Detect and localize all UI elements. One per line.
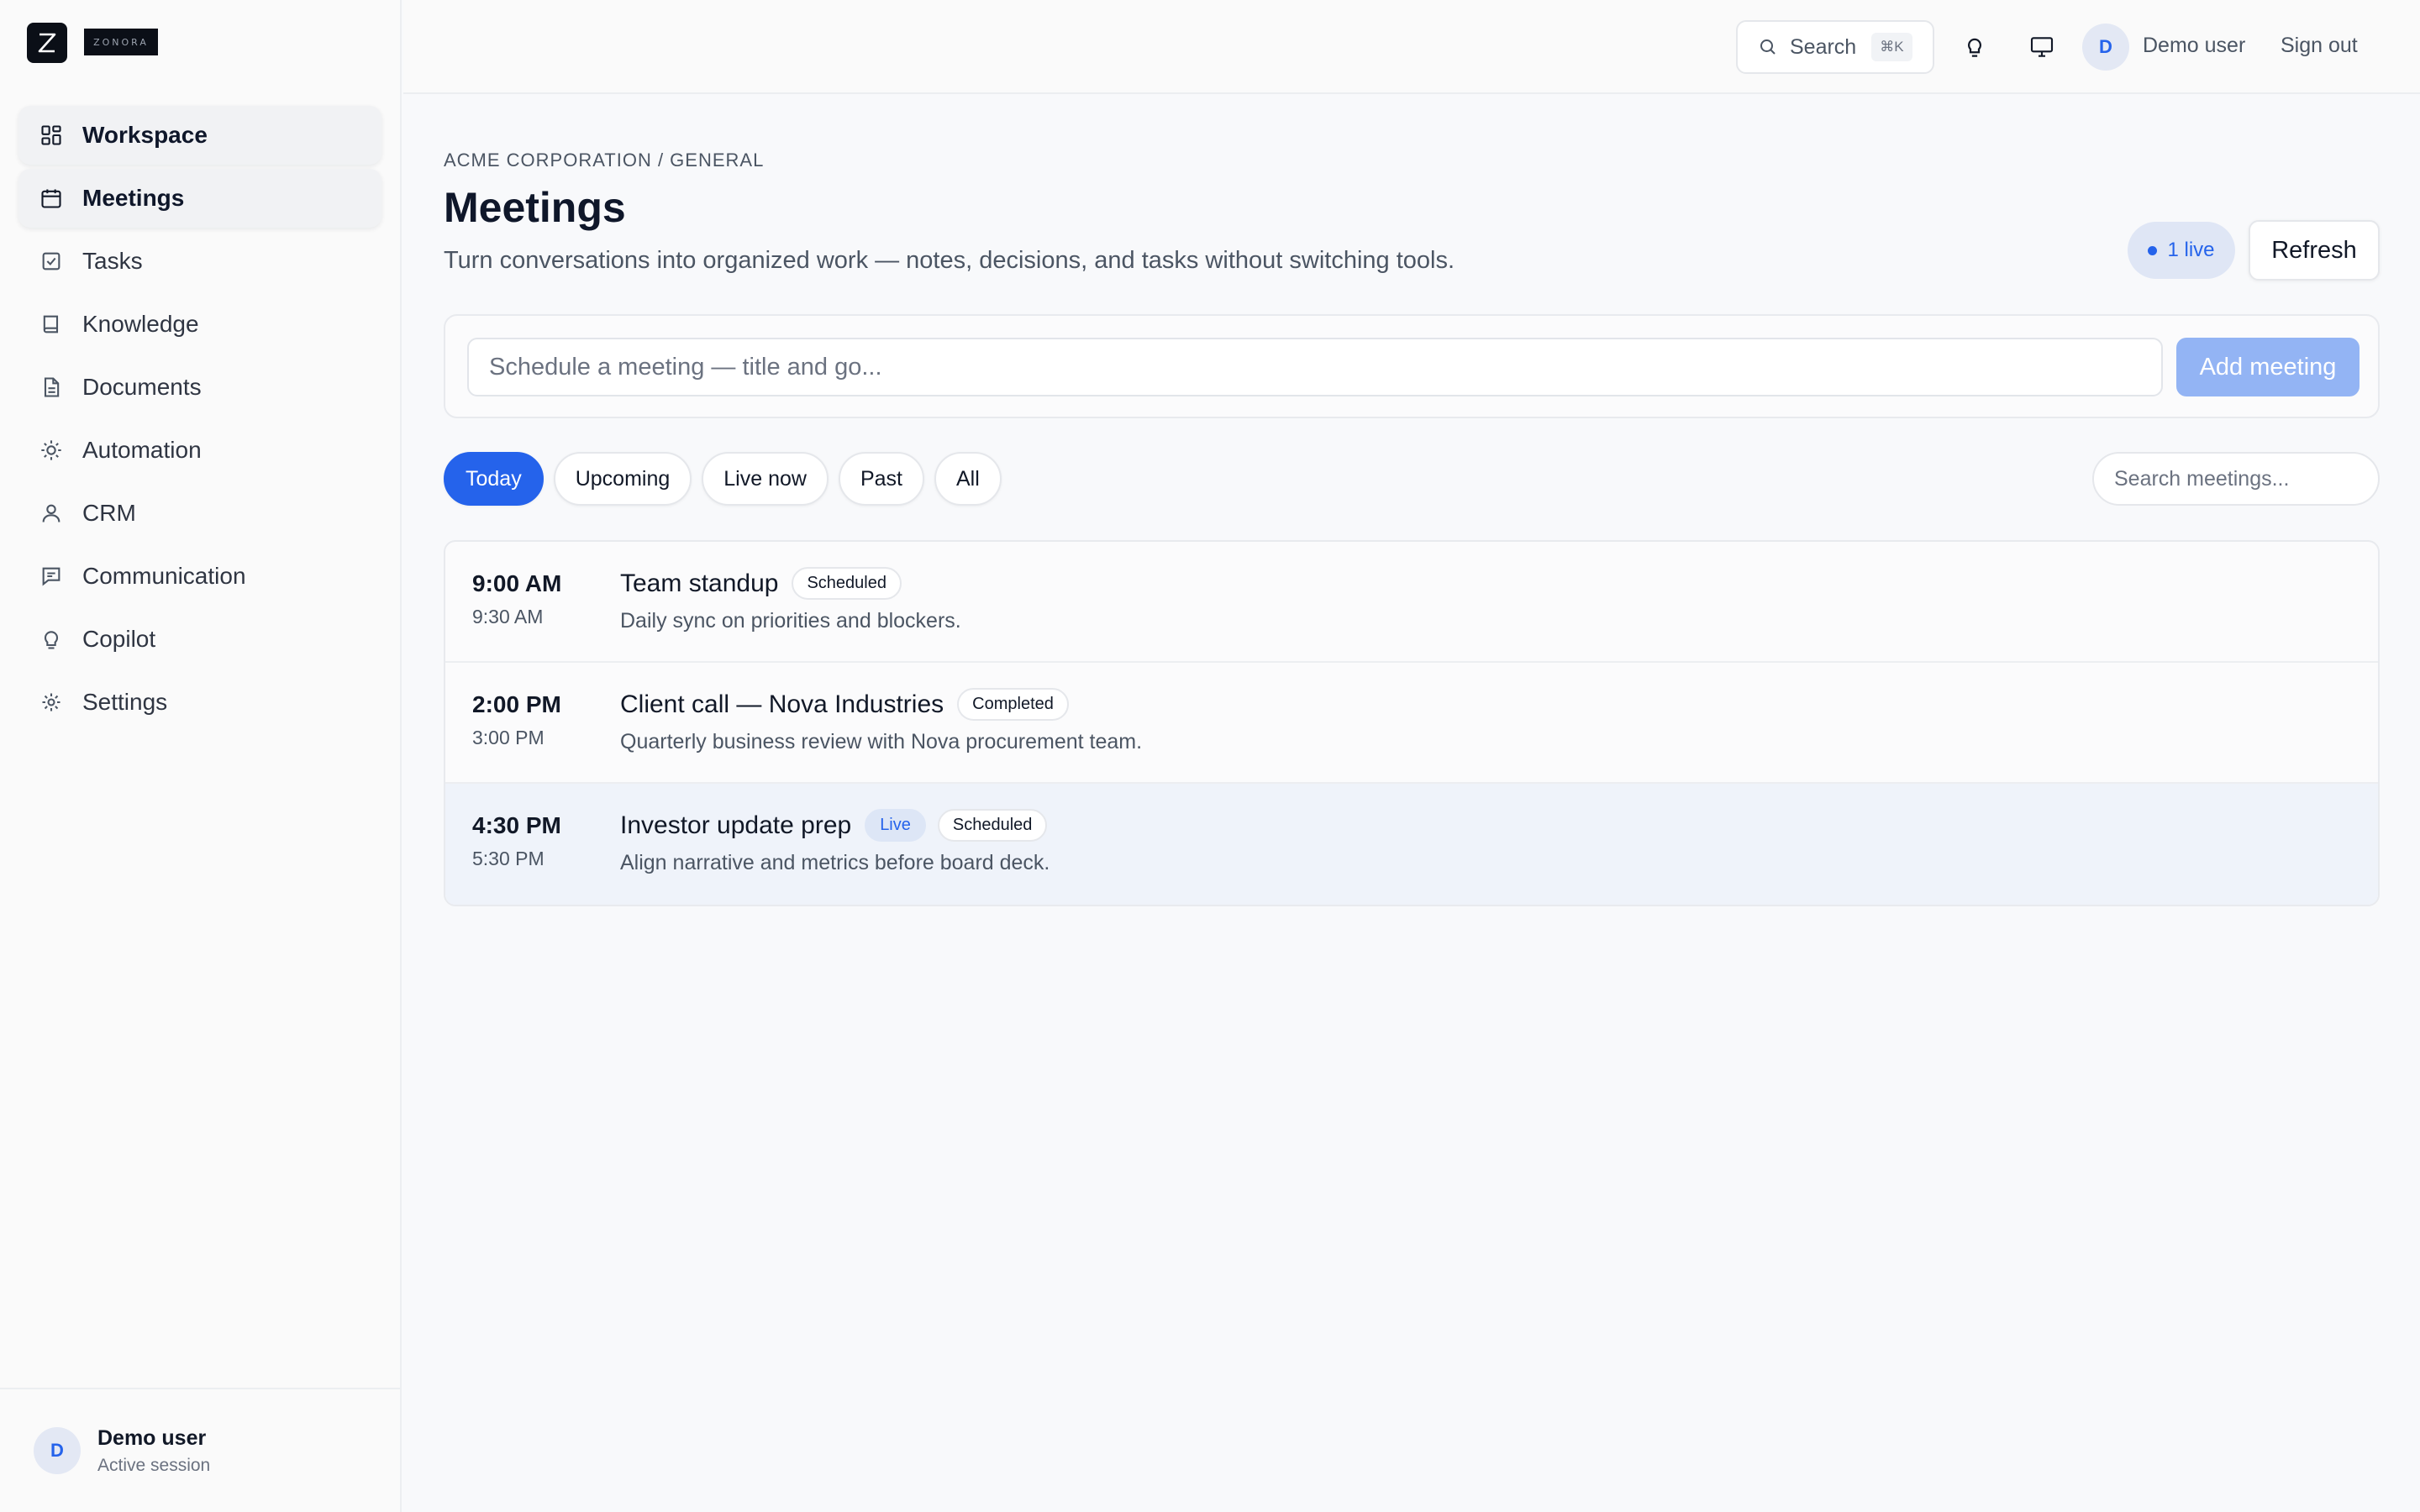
- sidebar: ZONORA Workspace Meetings Tasks Knowledg…: [0, 0, 402, 1512]
- sidebar-item-settings[interactable]: Settings: [18, 673, 381, 732]
- sidebar-item-label: Documents: [82, 374, 202, 400]
- meeting-filters: Today Upcoming Live now Past All: [444, 452, 1012, 506]
- meeting-title-input[interactable]: [467, 338, 2163, 396]
- sidebar-item-label: Copilot: [82, 626, 156, 652]
- search-label: Search: [1790, 34, 1857, 59]
- gear-icon: [39, 690, 64, 715]
- tab-past[interactable]: Past: [838, 452, 924, 506]
- meeting-title: Investor update prep: [620, 811, 852, 839]
- meeting-title: Team standup: [620, 569, 779, 597]
- lightbulb-icon: [1968, 38, 1981, 57]
- meeting-start-time: 9:00 AM: [472, 570, 562, 596]
- sidebar-item-label: Communication: [82, 563, 246, 589]
- sidebar-item-label: Knowledge: [82, 311, 199, 337]
- meeting-composer: Add meeting: [444, 314, 2380, 418]
- tab-live-now[interactable]: Live now: [702, 452, 829, 506]
- status-badge: Scheduled: [937, 809, 1048, 842]
- sidebar-item-knowledge[interactable]: Knowledge: [18, 295, 381, 354]
- user-name[interactable]: Demo user: [2143, 34, 2245, 58]
- sidebar-item-documents[interactable]: Documents: [18, 358, 381, 417]
- sun-icon: [39, 438, 64, 463]
- tab-upcoming[interactable]: Upcoming: [553, 452, 692, 506]
- live-badge: Live: [865, 809, 926, 842]
- meeting-start-time: 4:30 PM: [472, 812, 561, 838]
- status-badge: Scheduled: [792, 567, 902, 600]
- sidebar-item-automation[interactable]: Automation: [18, 421, 381, 480]
- tab-today[interactable]: Today: [444, 452, 544, 506]
- session-status: Active session: [97, 1455, 211, 1475]
- copilot-toggle[interactable]: [1956, 29, 1993, 66]
- meeting-description: Align narrative and metrics before board…: [620, 851, 1050, 874]
- meeting-end-time: 9:30 AM: [472, 606, 544, 627]
- global-search-button[interactable]: Search ⌘K: [1736, 20, 1934, 74]
- sidebar-item-workspace[interactable]: Workspace: [18, 106, 381, 165]
- meetings-search-input[interactable]: [2092, 452, 2380, 506]
- calendar-icon: [39, 186, 64, 211]
- sidebar-item-tasks[interactable]: Tasks: [18, 232, 381, 291]
- message-icon: [39, 564, 64, 589]
- meeting-row[interactable]: 4:30 PM 5:30 PM Investor update prep Liv…: [445, 784, 2378, 905]
- user-name: Demo user: [97, 1425, 207, 1450]
- avatar[interactable]: D: [2082, 24, 2129, 71]
- sidebar-item-label: Automation: [82, 437, 202, 463]
- meeting-row[interactable]: 9:00 AM 9:30 AM Team standup Scheduled D…: [445, 542, 2378, 663]
- wordmark: ZONORA: [84, 29, 158, 55]
- monitor-icon: [2030, 37, 2054, 57]
- meeting-start-time: 2:00 PM: [472, 691, 561, 717]
- sidebar-item-meetings[interactable]: Meetings: [18, 169, 381, 228]
- search-shortcut: ⌘K: [1871, 33, 1912, 61]
- sidebar-item-label: CRM: [82, 500, 136, 526]
- live-dot-icon: [2148, 245, 2158, 255]
- meeting-end-time: 5:30 PM: [472, 848, 544, 869]
- topbar: Search ⌘K D Demo user Sign out: [403, 0, 2420, 94]
- status-badge: Completed: [957, 688, 1069, 721]
- meeting-list: 9:00 AM 9:30 AM Team standup Scheduled D…: [444, 540, 2380, 906]
- sign-out-button[interactable]: Sign out: [2281, 34, 2358, 58]
- tab-all[interactable]: All: [934, 452, 1002, 506]
- refresh-button[interactable]: Refresh: [2249, 220, 2380, 281]
- avatar: D: [34, 1427, 81, 1474]
- sidebar-item-communication[interactable]: Communication: [18, 547, 381, 606]
- page-subtitle: Turn conversations into organized work —…: [444, 247, 1455, 274]
- live-count: 1 live: [2167, 239, 2215, 261]
- logo-mark[interactable]: [27, 23, 67, 63]
- person-icon: [39, 501, 64, 526]
- meeting-description: Daily sync on priorities and blockers.: [620, 609, 961, 633]
- meeting-row[interactable]: 2:00 PM 3:00 PM Client call — Nova Indus…: [445, 663, 2378, 784]
- search-icon: [1760, 39, 1776, 55]
- sidebar-item-label: Meetings: [82, 185, 185, 211]
- meeting-title: Client call — Nova Industries: [620, 690, 944, 718]
- page-title: Meetings: [444, 184, 626, 231]
- sidebar-user-card[interactable]: D Demo user Active session: [0, 1388, 400, 1512]
- book-icon: [39, 312, 64, 337]
- display-toggle[interactable]: [2023, 29, 2060, 66]
- sidebar-item-copilot[interactable]: Copilot: [18, 610, 381, 669]
- meeting-end-time: 3:00 PM: [472, 727, 544, 748]
- sidebar-item-label: Workspace: [82, 122, 208, 148]
- sidebar-item-label: Settings: [82, 689, 168, 715]
- sidebar-nav: Workspace Meetings Tasks Knowledge Docum…: [18, 106, 381, 736]
- grid-icon: [39, 123, 64, 148]
- app-root: ZONORA Workspace Meetings Tasks Knowledg…: [0, 0, 2420, 1512]
- sidebar-item-label: Tasks: [82, 248, 143, 274]
- add-meeting-button[interactable]: Add meeting: [2176, 338, 2360, 396]
- checkbox-icon: [39, 249, 64, 274]
- breadcrumb[interactable]: ACME CORPORATION / GENERAL: [444, 150, 764, 171]
- sidebar-item-crm[interactable]: CRM: [18, 484, 381, 543]
- lightbulb-icon: [39, 627, 64, 652]
- logo-z-icon: [38, 33, 56, 53]
- live-count-badge[interactable]: 1 live: [2128, 222, 2235, 279]
- document-icon: [39, 375, 64, 400]
- meeting-description: Quarterly business review with Nova proc…: [620, 730, 1143, 753]
